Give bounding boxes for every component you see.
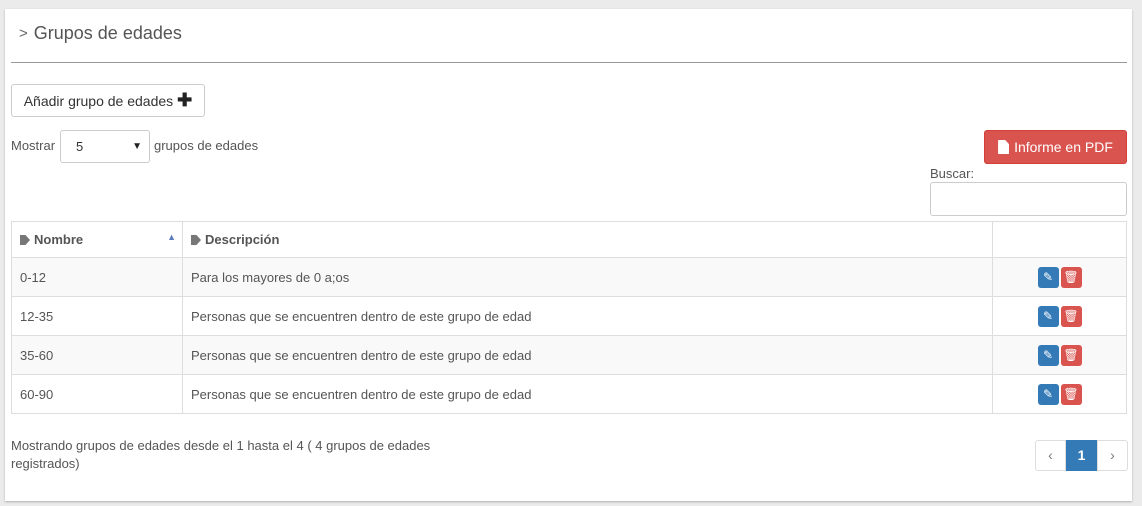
tag-icon (20, 235, 30, 245)
cell-descripcion: Personas que se encuentren dentro de est… (182, 296, 993, 336)
delete-button[interactable]: 🗑 (1060, 266, 1082, 288)
age-groups-table: Nombre ▲ Descripción 0-12 Para los mayor… (11, 221, 1127, 414)
pencil-icon: ✎ (1042, 308, 1054, 323)
cell-descripcion: Personas que se encuentren dentro de est… (182, 335, 993, 375)
table-info: Mostrando grupos de edades desde el 1 ha… (11, 438, 431, 471)
caret-down-icon: ▼ (132, 141, 142, 152)
pagination-page-1[interactable]: 1 (1066, 440, 1097, 471)
length-prefix-label: Mostrar (11, 138, 56, 153)
edit-button[interactable]: ✎ (1037, 305, 1059, 327)
edit-button[interactable]: ✎ (1037, 344, 1059, 366)
row-actions: ✎ 🗑 (992, 296, 1127, 336)
cell-nombre: 12-35 (11, 296, 183, 336)
column-header-descripcion[interactable]: Descripción (182, 221, 993, 258)
row-actions: ✎ 🗑 (992, 335, 1127, 375)
table-row: 12-35 Personas que se encuentren dentro … (11, 296, 1127, 336)
page-header: > Grupos de edades (19, 23, 182, 44)
pdf-report-label: Informe en PDF (1014, 139, 1113, 155)
cell-nombre: 0-12 (11, 257, 183, 297)
table-row: 35-60 Personas que se encuentren dentro … (11, 335, 1127, 375)
search-label: Buscar: (930, 166, 975, 181)
table-row: 0-12 Para los mayores de 0 a;os ✎ 🗑 (11, 257, 1127, 297)
page-length-value: 5 (76, 139, 84, 154)
column-header-actions (992, 221, 1127, 258)
pagination-next[interactable]: › (1097, 440, 1128, 471)
edit-button[interactable]: ✎ (1037, 266, 1059, 288)
pencil-icon: ✎ (1042, 347, 1054, 362)
pagination: ‹ 1 › (1035, 440, 1128, 471)
delete-button[interactable]: 🗑 (1060, 383, 1082, 405)
chevron-right-icon: > (19, 25, 28, 42)
table-row: 60-90 Personas que se encuentren dentro … (11, 374, 1127, 414)
file-icon (998, 140, 1010, 154)
pencil-icon: ✎ (1042, 269, 1054, 284)
trash-icon: 🗑 (1063, 308, 1079, 323)
pagination-prev[interactable]: ‹ (1035, 440, 1066, 471)
add-age-group-label: Añadir grupo de edades (23, 92, 174, 109)
trash-icon: 🗑 (1063, 347, 1079, 362)
plus-icon: ✚ (177, 90, 193, 110)
header-divider (11, 62, 1127, 63)
delete-button[interactable]: 🗑 (1060, 344, 1082, 366)
pdf-report-button[interactable]: Informe en PDF (984, 130, 1127, 164)
content-panel: > Grupos de edades Añadir grupo de edade… (5, 9, 1132, 501)
row-actions: ✎ 🗑 (992, 374, 1127, 414)
tag-icon (191, 235, 201, 245)
cell-nombre: 35-60 (11, 335, 183, 375)
edit-button[interactable]: ✎ (1037, 383, 1059, 405)
length-suffix-label: grupos de edades (154, 138, 259, 153)
add-age-group-button[interactable]: Añadir grupo de edades ✚ (11, 84, 205, 117)
trash-icon: 🗑 (1063, 386, 1079, 401)
cell-nombre: 60-90 (11, 374, 183, 414)
search-input[interactable] (930, 182, 1127, 216)
cell-descripcion: Personas que se encuentren dentro de est… (182, 374, 993, 414)
column-header-nombre[interactable]: Nombre ▲ (11, 221, 183, 258)
cell-descripcion: Para los mayores de 0 a;os (182, 257, 993, 297)
page-title: Grupos de edades (33, 23, 182, 43)
row-actions: ✎ 🗑 (992, 257, 1127, 297)
sort-ascending-icon: ▲ (167, 232, 176, 242)
delete-button[interactable]: 🗑 (1060, 305, 1082, 327)
pencil-icon: ✎ (1042, 386, 1054, 401)
trash-icon: 🗑 (1063, 269, 1079, 284)
page-length-select[interactable]: 5 ▼ (60, 130, 150, 163)
